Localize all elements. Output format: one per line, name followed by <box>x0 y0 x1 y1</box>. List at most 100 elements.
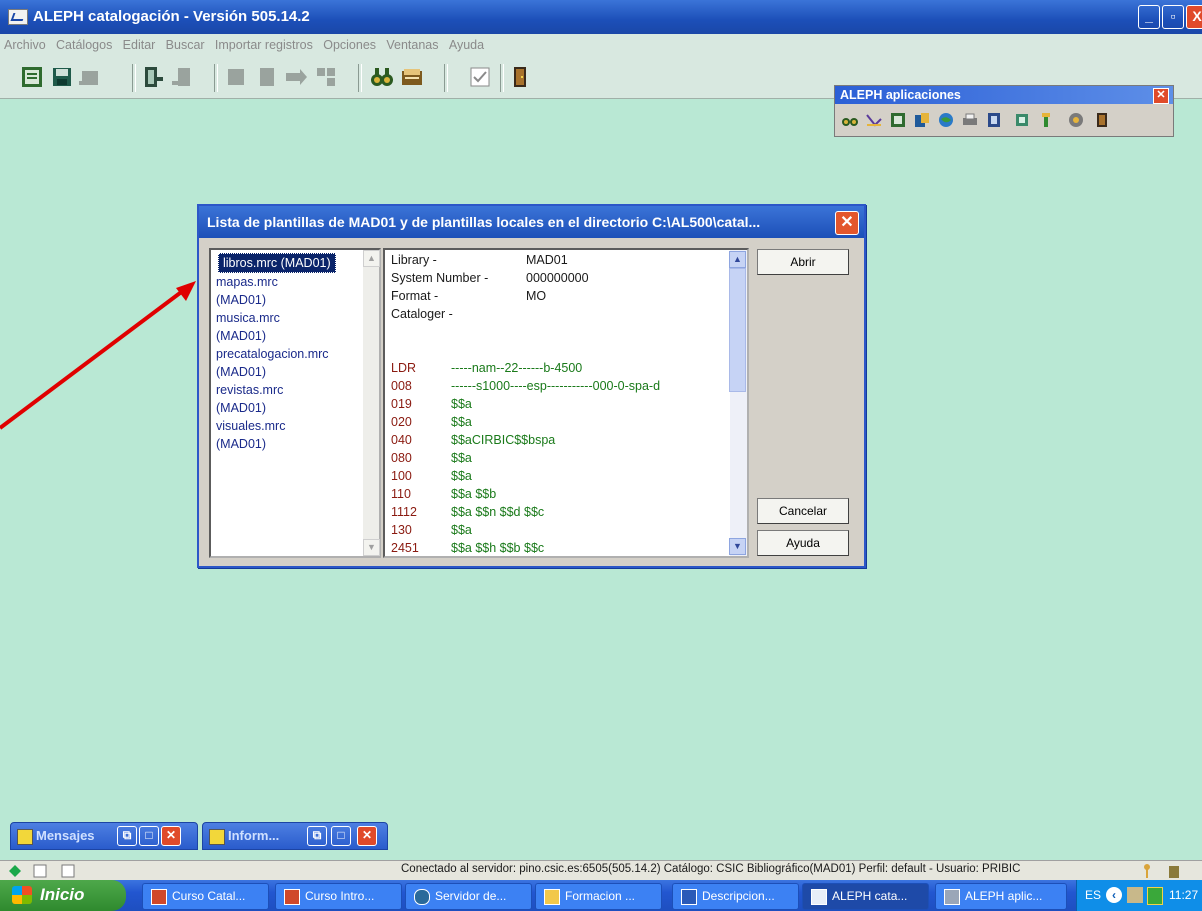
preview-scrollbar[interactable]: ▲ ▼ <box>729 250 747 556</box>
close-icon[interactable]: ✕ <box>161 826 181 846</box>
minimize-button[interactable]: _ <box>1138 5 1160 29</box>
taskbar-item[interactable]: Curso Intro... <box>275 883 402 910</box>
new-record-icon[interactable] <box>20 65 44 89</box>
template-item[interactable]: visuales.mrc <box>211 417 379 435</box>
template-item[interactable]: mapas.mrc <box>211 273 379 291</box>
network-icon[interactable] <box>1127 887 1143 903</box>
template-list-scrollbar[interactable]: ▲ ▼ <box>363 250 380 556</box>
menu-importar-registros[interactable]: Importar registros <box>211 34 316 52</box>
maximize-icon[interactable]: □ <box>331 826 351 846</box>
folder-icon <box>544 889 560 905</box>
window-titlebar[interactable]: ALEPH catalogación - Versión 505.14.2 _ … <box>0 0 1202 34</box>
template-item[interactable]: (MAD01) <box>211 327 379 345</box>
aleph-icon <box>811 889 827 905</box>
notification-icon[interactable] <box>1147 887 1163 905</box>
close-button[interactable]: X <box>1186 5 1202 29</box>
maximize-icon[interactable]: □ <box>139 826 159 846</box>
menu-bar: Archivo Catálogos Editar Buscar Importar… <box>0 34 1202 58</box>
cancel-button[interactable]: Cancelar <box>757 498 849 524</box>
menu-opciones[interactable]: Opciones <box>319 34 379 52</box>
template-listbox[interactable]: libros.mrc (MAD01) mapas.mrc (MAD01) mus… <box>209 248 381 558</box>
field-value: $$aCIRBIC$$bspa <box>451 433 556 447</box>
copy-icon[interactable] <box>254 65 278 89</box>
menu-editar[interactable]: Editar <box>119 34 159 52</box>
scroll-up-arrow-icon[interactable]: ▲ <box>729 251 746 268</box>
save-server-icon[interactable] <box>78 65 102 89</box>
exit-app-icon[interactable] <box>1093 111 1111 129</box>
taskbar-item[interactable]: Formacion ... <box>535 883 662 910</box>
acquisitions-app-icon[interactable] <box>913 111 931 129</box>
menu-catalogos[interactable]: Catálogos <box>52 34 115 52</box>
menu-buscar[interactable]: Buscar <box>162 34 208 52</box>
scroll-down-arrow-icon[interactable]: ▼ <box>363 539 380 556</box>
dialog-close-button[interactable]: ✕ <box>835 211 859 235</box>
send-icon[interactable] <box>284 65 308 89</box>
appbar-close-button[interactable]: ✕ <box>1153 88 1169 104</box>
circulation-app-icon[interactable] <box>865 111 883 129</box>
duplicate-icon[interactable] <box>224 65 248 89</box>
taskbar-item[interactable]: Descripcion... <box>672 883 799 910</box>
taskbar-item-active[interactable]: ALEPH cata... <box>802 883 929 910</box>
load-record-icon[interactable] <box>170 65 194 89</box>
help-button[interactable]: Ayuda <box>757 530 849 556</box>
menu-ayuda[interactable]: Ayuda <box>445 34 487 52</box>
template-item[interactable]: libros.mrc (MAD01) <box>211 253 379 273</box>
menu-ventanas[interactable]: Ventanas <box>382 34 441 52</box>
restore-button[interactable]: ▫ <box>1162 5 1184 29</box>
document-icon[interactable] <box>32 863 50 879</box>
field-value: $$a <box>451 397 472 411</box>
template-item[interactable]: (MAD01) <box>211 399 379 417</box>
open-button[interactable]: Abrir <box>757 249 849 275</box>
toolbar-separator <box>132 64 136 92</box>
admin-app-icon[interactable] <box>1067 111 1085 129</box>
printer-app-icon[interactable] <box>961 111 979 129</box>
aleph-applications-bar[interactable]: ALEPH aplicaciones ✕ <box>834 85 1174 137</box>
field-tag: LDR <box>391 361 417 375</box>
search-binoculars-icon[interactable] <box>370 65 394 89</box>
record-list-icon[interactable] <box>400 65 424 89</box>
document-icon[interactable] <box>60 863 78 879</box>
scroll-down-arrow-icon[interactable]: ▼ <box>729 538 746 555</box>
tree-icon[interactable] <box>314 65 338 89</box>
minimized-window-inform[interactable]: Inform... ⧉ □ ✕ <box>202 822 388 850</box>
restore-icon[interactable]: ⧉ <box>307 826 327 846</box>
template-item[interactable]: revistas.mrc <box>211 381 379 399</box>
system-tray: ES ‹ 11:27 <box>1076 880 1202 911</box>
exit-door-icon[interactable] <box>508 65 532 89</box>
open-record-icon[interactable] <box>140 65 164 89</box>
minimized-window-mensajes[interactable]: Mensajes ⧉ □ ✕ <box>10 822 198 850</box>
menu-archivo[interactable]: Archivo <box>0 34 49 52</box>
close-icon[interactable]: ✕ <box>357 826 377 846</box>
template-item[interactable]: (MAD01) <box>211 291 379 309</box>
template-item[interactable]: (MAD01) <box>211 363 379 381</box>
chevron-left-icon[interactable]: ‹ <box>1106 887 1122 903</box>
template-preview[interactable]: Library - MAD01 System Number - 00000000… <box>383 248 749 558</box>
minimized-window-label: Inform... <box>228 828 280 843</box>
field-tag: 040 <box>391 433 412 447</box>
save-icon[interactable] <box>50 65 74 89</box>
checklist-icon[interactable] <box>468 65 492 89</box>
header-value: MO <box>526 289 547 303</box>
ill-app-icon[interactable] <box>1013 111 1031 129</box>
cataloging-app-icon[interactable] <box>889 111 907 129</box>
field-tag: 100 <box>391 469 412 483</box>
scrollbar-thumb[interactable] <box>729 268 746 392</box>
start-button[interactable]: Inicio <box>0 880 126 911</box>
template-item[interactable]: precatalogacion.mrc <box>211 345 379 363</box>
dialog-titlebar[interactable]: Lista de plantillas de MAD01 y de planti… <box>199 206 864 238</box>
template-item[interactable]: musica.mrc <box>211 309 379 327</box>
scroll-up-arrow-icon[interactable]: ▲ <box>363 250 380 267</box>
header-label: Format - <box>391 289 439 303</box>
tools-app-icon[interactable] <box>1037 111 1055 129</box>
globe-app-icon[interactable] <box>937 111 955 129</box>
language-indicator[interactable]: ES <box>1085 888 1101 902</box>
taskbar-item[interactable]: Curso Catal... <box>142 883 269 910</box>
search-app-icon[interactable] <box>841 111 859 129</box>
taskbar-item[interactable]: Servidor de... <box>405 883 532 910</box>
field-tag: 2451 <box>391 541 419 555</box>
field-tag: 110 <box>391 487 411 501</box>
serials-app-icon[interactable] <box>985 111 1003 129</box>
taskbar-item[interactable]: ALEPH aplic... <box>935 883 1067 910</box>
template-item[interactable]: (MAD01) <box>211 435 379 453</box>
restore-icon[interactable]: ⧉ <box>117 826 137 846</box>
